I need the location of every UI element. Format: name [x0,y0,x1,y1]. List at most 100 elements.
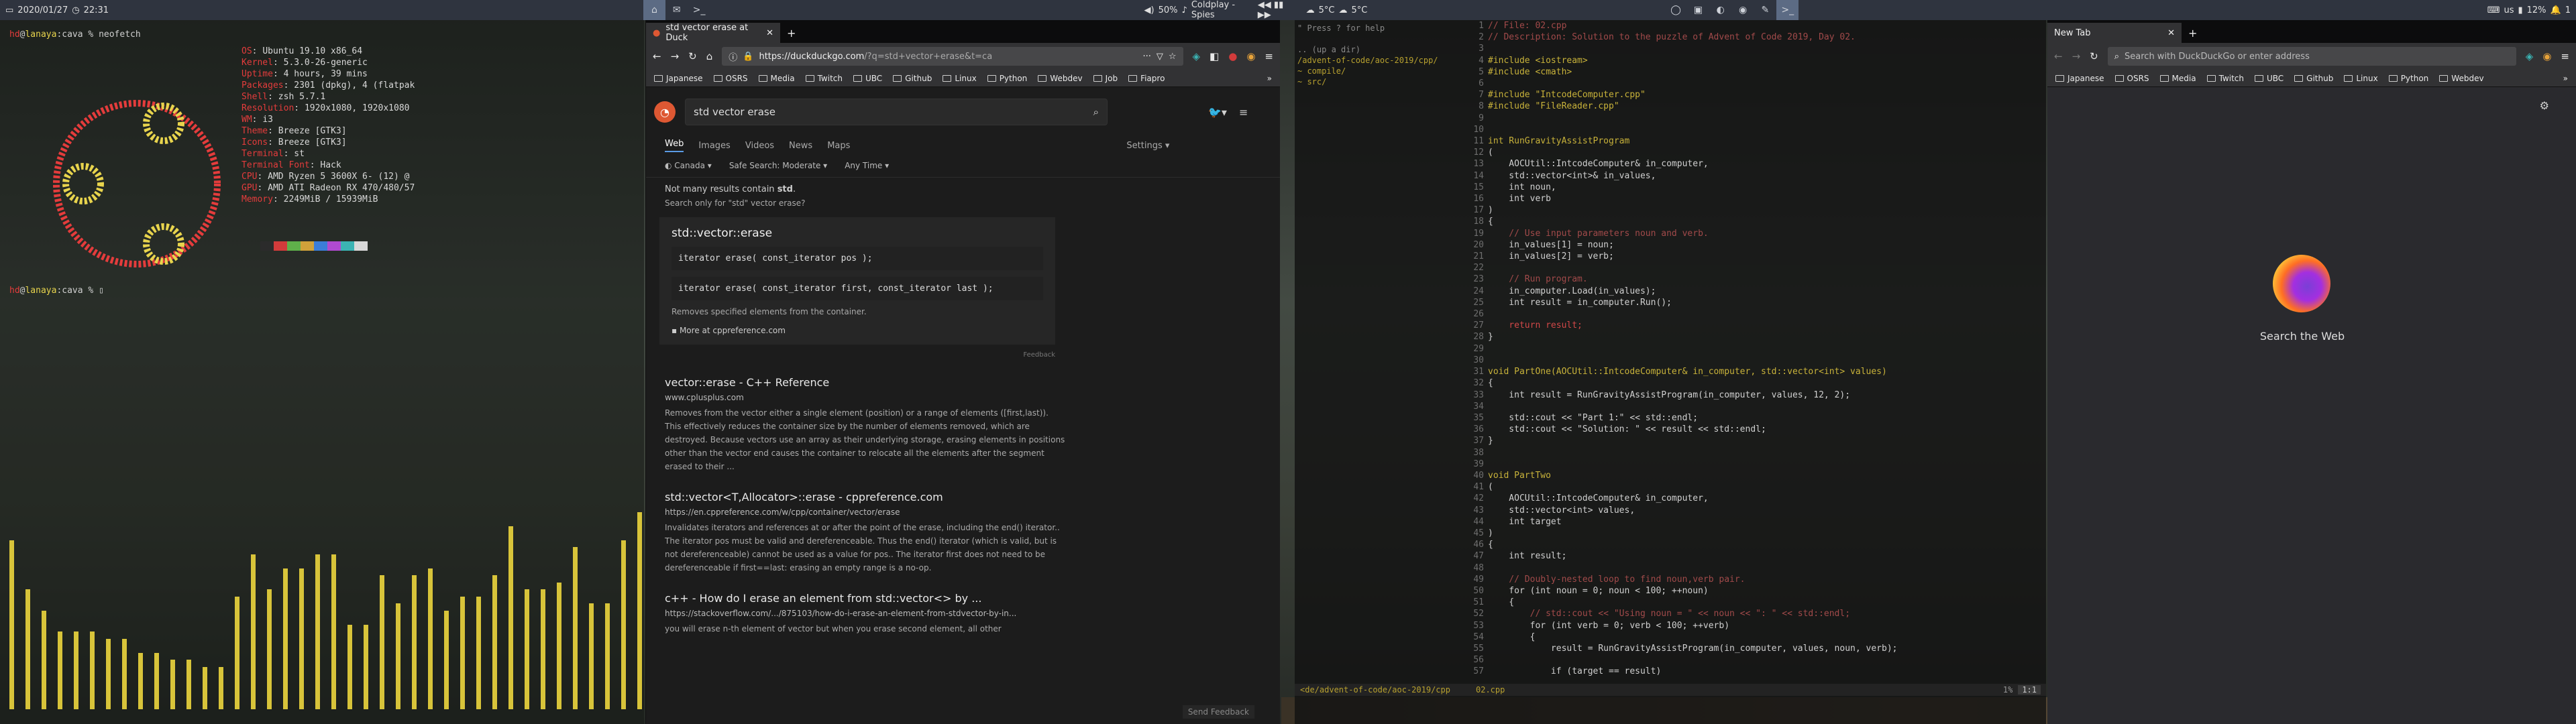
result-title[interactable]: c++ - How do I erase an element from std… [665,592,1067,605]
firefox-window-newtab[interactable]: New Tab ✕ + ← → ↻ ⌕ Search with DuckDuck… [2047,20,2576,724]
tray-terminal-icon[interactable]: >_ [1776,0,1799,20]
extension-icon-6[interactable]: ◉ [2542,50,2551,62]
workspace-home-icon[interactable]: ⌂ [643,0,666,20]
url-bar[interactable]: ⓘ 🔒 https://duckduckgo.com/?q=std+vector… [722,47,1183,66]
notice-suggestion[interactable]: Search only for "std" vector erase? [665,198,1261,208]
code-line: 29 [1470,343,2044,355]
extension-icon-3[interactable]: ● [1228,50,1237,62]
bookmark-folder[interactable]: Twitch [805,74,843,83]
code-line: 21 in_values[2] = verb; [1470,251,2044,262]
result-title[interactable]: vector::erase - C++ Reference [665,376,1067,389]
bookmark-folder[interactable]: Media [2159,74,2196,83]
date-widget[interactable]: ▭ 2020/01/27 ◷ 22:31 [0,0,114,20]
bookmark-folder[interactable]: Python [987,74,1027,83]
workspace-terminal-icon[interactable]: >_ [688,0,710,20]
close-tab-icon-2[interactable]: ✕ [2167,28,2175,38]
time-filter-dropdown[interactable]: Any Time ▾ [845,161,889,170]
terminal-vim[interactable]: " Press ? for help .. (up a dir)/advent-… [1295,20,2046,724]
card-more-link[interactable]: ▪ More at cppreference.com [672,326,1043,335]
tab-news[interactable]: News [789,141,812,151]
tab-videos[interactable]: Videos [745,141,774,151]
tab-active[interactable]: ● std vector erase at Duck ✕ [646,23,780,43]
twitter-icon[interactable]: 🐦▾ [1208,106,1227,119]
tray-pen-icon[interactable]: ✎ [1754,0,1776,20]
tab-web[interactable]: Web [665,139,684,152]
bookmark-folder[interactable]: Python [2388,74,2428,83]
bookmark-folder[interactable]: Japanese [2055,74,2104,83]
bookmark-folder[interactable]: Webdev [1038,74,1083,83]
page-actions-icon[interactable]: ··· [1142,52,1150,62]
menu-icon[interactable]: ≡ [1265,50,1273,62]
tree-item[interactable]: .. (up a dir) [1297,44,1466,55]
workspace-mail-icon[interactable]: ✉ [665,0,688,20]
bookmark-folder[interactable]: Job [1093,74,1118,83]
newtab-url-bar[interactable]: ⌕ Search with DuckDuckGo or enter addres… [2107,47,2516,66]
bookmark-folder[interactable]: Linux [943,74,977,83]
send-feedback-button[interactable]: Send Feedback [1182,705,1254,719]
feedback-link[interactable]: Feedback [665,351,1055,359]
tray-browser-icon[interactable]: ◉ [1731,0,1754,20]
bookmark-star-icon[interactable]: ☆ [1169,52,1177,62]
safe-search-dropdown[interactable]: Safe Search: Moderate ▾ [729,161,827,170]
search-input[interactable]: std vector erase ⌕ [685,99,1108,125]
code-editor[interactable]: 1 // File: 02.cpp 2 // Description: Solutio… [1470,20,2044,684]
duckduckgo-logo-icon[interactable]: ◔ [654,101,676,123]
extension-icon-2[interactable]: ◧ [1210,50,1219,62]
search-the-web-label[interactable]: Search the Web [2047,330,2557,343]
bookmark-folder[interactable]: Twitch [2206,74,2244,83]
bookmark-folder[interactable]: Linux [2344,74,2378,83]
terminal-neofetch[interactable]: hd@lanaya:cava % neofetch OS: Ubuntu 19.… [0,20,644,724]
bookmarks-overflow-icon[interactable]: » [2563,74,2568,83]
tray-chat-icon[interactable]: ◯ [1664,0,1686,20]
bookmark-folder[interactable]: Github [893,74,932,83]
tab-images[interactable]: Images [698,141,731,151]
bookmark-folder[interactable]: Japanese [654,74,703,83]
tree-item[interactable]: /advent-of-code/aoc-2019/cpp/ [1297,55,1466,66]
search-icon[interactable]: ⌕ [1093,106,1099,118]
region-toggle[interactable]: ◐ Canada ▾ [665,161,712,170]
bookmark-folder[interactable]: UBC [2254,74,2284,83]
bookmark-folder[interactable]: UBC [853,74,882,83]
pocket-icon[interactable]: ▽ [1157,52,1163,62]
back-icon[interactable]: ← [653,50,661,62]
tray-volume-icon[interactable]: ◐ [1709,0,1731,20]
menu-icon-2[interactable]: ≡ [2561,50,2569,62]
tree-item[interactable]: ~ compile/ [1297,66,1466,76]
bookmark-folder[interactable]: Github [2294,74,2333,83]
result-url[interactable]: https://stackoverflow.com/.../875103/how… [665,609,1067,618]
extension-icon-4[interactable]: ◉ [1246,50,1255,62]
back-icon-2[interactable]: ← [2054,50,2063,62]
extension-icon-1[interactable]: ◈ [1193,50,1201,62]
close-tab-icon[interactable]: ✕ [766,28,773,38]
new-tab-icon[interactable]: + [780,23,802,43]
result-url[interactable]: https://en.cppreference.com/w/cpp/contai… [665,507,1067,517]
settings-link[interactable]: Settings ▾ [1126,141,1169,151]
newtab-tab[interactable]: New Tab ✕ [2047,23,2182,43]
hamburger-icon[interactable]: ≡ [1239,106,1248,119]
result-title[interactable]: std::vector<T,Allocator>::erase - cppref… [665,491,1067,503]
tray-window-icon[interactable]: ▣ [1687,0,1709,20]
firefox-window-ddg[interactable]: ● std vector erase at Duck ✕ + ← → ↻ ⌂ ⓘ… [645,20,1280,724]
extension-icon-5[interactable]: ◈ [2526,50,2534,62]
result-url[interactable]: www.cplusplus.com [665,393,1067,402]
bookmark-folder[interactable]: Media [758,74,795,83]
bookmarks-overflow-icon[interactable]: » [1267,74,1272,83]
reload-icon-2[interactable]: ↻ [2090,50,2098,62]
tab-maps[interactable]: Maps [827,141,850,151]
media-widget[interactable]: ◀) 50% ♪ Coldplay - Spies ◀◀ ▮▮ ▶▶ [1139,0,1301,20]
home-icon[interactable]: ⌂ [706,50,713,62]
forward-icon-2[interactable]: → [2072,50,2081,62]
tree-item[interactable]: ~ src/ [1297,76,1466,87]
bookmark-folder[interactable]: OSRS [2114,74,2149,83]
bell-icon[interactable]: 🔔 [2551,5,2561,15]
media-controls-icon[interactable]: ◀◀ ▮▮ ▶▶ [1258,0,1295,20]
reload-icon[interactable]: ↻ [688,50,697,62]
bookmark-folder[interactable]: Fiapro [1128,74,1165,83]
gear-icon[interactable]: ⚙ [2540,99,2549,112]
bookmark-folder[interactable]: Webdev [2439,74,2484,83]
keyboard-icon: ⌨ [2487,5,2500,15]
line-number: 55 [1473,643,1484,654]
bookmark-folder[interactable]: OSRS [713,74,748,83]
forward-icon[interactable]: → [671,50,680,62]
new-tab-icon-2[interactable]: + [2182,23,2204,43]
